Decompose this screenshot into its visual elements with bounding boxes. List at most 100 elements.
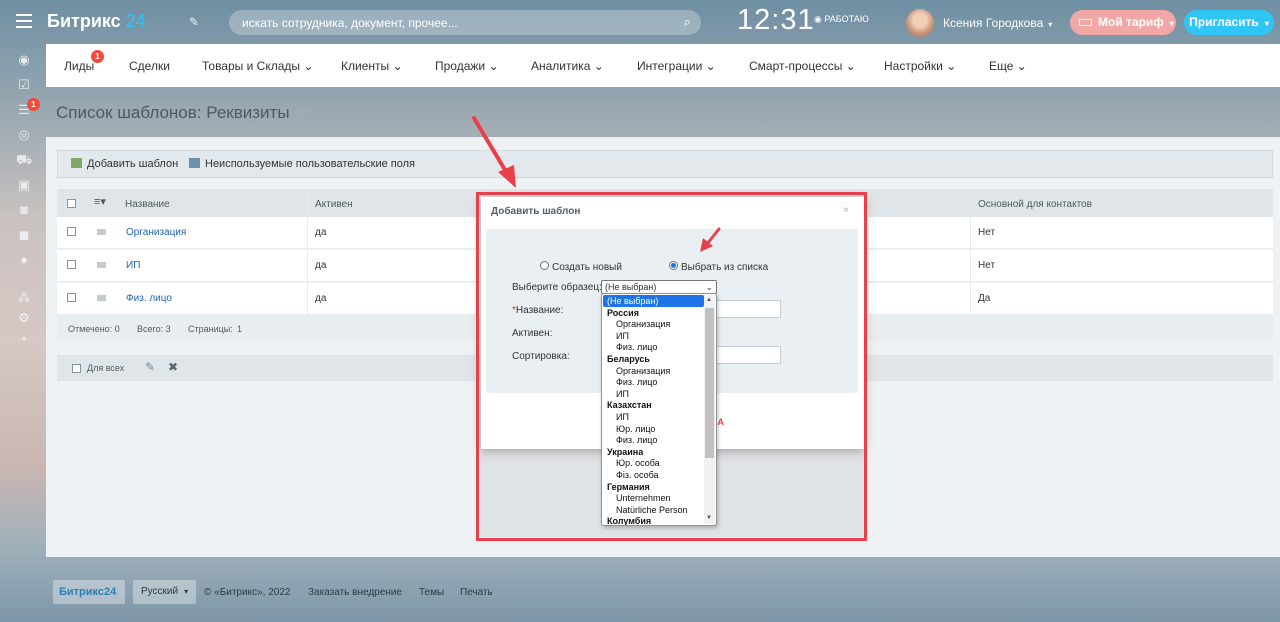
app-logo[interactable]: Битрикс 24	[47, 11, 146, 32]
edit-icon[interactable]: ✎	[145, 360, 155, 374]
contact-card-icon[interactable]: ▣	[16, 177, 32, 193]
row-menu-icon[interactable]	[97, 262, 106, 268]
delete-icon[interactable]: ✖	[168, 360, 178, 374]
row-active: да	[315, 227, 327, 238]
row-name-link[interactable]: ИП	[126, 260, 140, 271]
gear-icon[interactable]: ⚙	[16, 310, 32, 326]
search-placeholder: искать сотрудника, документ, прочее...	[242, 16, 458, 30]
for-all-label: Для всех	[87, 363, 125, 373]
column-active-header[interactable]: Активен	[315, 199, 353, 210]
menu-item-label: Клиенты	[341, 59, 390, 73]
star-icon[interactable]: ☆	[296, 105, 309, 122]
user-name[interactable]: Ксения Городкова ▾	[943, 16, 1052, 30]
menu-toggle-icon[interactable]	[16, 14, 32, 28]
menu-item-leads[interactable]: Лиды	[64, 59, 94, 73]
menu-item-label: Сделки	[129, 59, 170, 73]
row-checkbox[interactable]	[67, 293, 76, 302]
chevron-down-icon: ⌄	[705, 59, 716, 73]
edit-icon[interactable]: ✎	[189, 15, 199, 29]
row-main: Нет	[978, 227, 996, 238]
column-main-contacts-header[interactable]: Основной для контактов	[978, 199, 1092, 210]
chevron-down-icon: ⌄	[845, 59, 856, 73]
structure-icon[interactable]: ⁂	[16, 290, 32, 306]
search-icon[interactable]: ⌕	[684, 14, 691, 30]
chevron-down-icon: ⌄	[392, 59, 403, 73]
chevron-down-icon: ⌄	[1016, 59, 1027, 73]
total-count: Всего: 3	[137, 324, 171, 334]
row-menu-icon[interactable]	[97, 229, 106, 235]
menu-item-sales[interactable]: Продажи ⌄	[435, 59, 499, 73]
chevron-down-icon: ▾	[1169, 19, 1174, 28]
add-doc-icon	[71, 158, 82, 168]
footer-divider	[451, 586, 452, 598]
menu-item-products[interactable]: Товары и Склады ⌄	[202, 59, 313, 73]
invite-button[interactable]: Пригласить ▾	[1184, 10, 1274, 35]
menu-item-smart-processes[interactable]: Смарт-процессы ⌄	[749, 59, 856, 73]
row-name-link[interactable]: Организация	[126, 227, 186, 238]
work-status[interactable]: ◉ РАБОТАЮ	[814, 14, 869, 25]
chevron-down-icon: ⌄	[488, 59, 499, 73]
menu-item-more[interactable]: Еще ⌄	[989, 59, 1027, 73]
chevron-down-icon: ▾	[1048, 20, 1053, 29]
row-active: да	[315, 260, 327, 271]
themes-link[interactable]: Темы	[419, 587, 444, 598]
target-icon[interactable]: ◎	[16, 127, 32, 143]
copyright: © «Битрикс», 2022	[204, 587, 291, 598]
unused-fields-label: Неиспользуемые пользовательские поля	[205, 158, 416, 170]
top-menu: Лиды Сделки Товары и Склады ⌄ Клиенты ⌄ …	[46, 44, 1280, 87]
robot-icon[interactable]: ◙	[16, 202, 32, 218]
menu-item-clients[interactable]: Клиенты ⌄	[341, 59, 403, 73]
database-icon[interactable]: ◼	[16, 227, 32, 243]
battery-icon	[1079, 19, 1092, 26]
for-all-checkbox[interactable]	[72, 364, 81, 373]
user-name-label: Ксения Городкова	[943, 16, 1044, 30]
pages-label: Страницы:	[188, 324, 233, 334]
cart-icon[interactable]: ⛟	[16, 152, 32, 168]
menu-item-label: Аналитика	[531, 59, 591, 73]
language-label: Русский	[141, 586, 179, 597]
page-title-text: Список шаблонов: Реквизиты	[56, 103, 290, 122]
menu-item-analytics[interactable]: Аналитика ⌄	[531, 59, 604, 73]
highlight-frame	[476, 192, 867, 541]
menu-item-label: Интеграции	[637, 59, 703, 73]
chevron-down-icon: ⌄	[303, 59, 314, 73]
logo-number: 24	[125, 11, 146, 31]
row-main: Нет	[978, 260, 996, 271]
plus-icon[interactable]: +	[16, 331, 32, 347]
menu-item-label: Продажи	[435, 59, 486, 73]
menu-item-label: Товары и Склады	[202, 59, 301, 73]
column-settings-icon[interactable]: ≡▾	[94, 195, 106, 208]
record-icon: ◉	[814, 14, 825, 24]
row-name-link[interactable]: Физ. лицо	[126, 293, 172, 304]
select-all-checkbox[interactable]	[67, 199, 76, 208]
row-active: да	[315, 293, 327, 304]
sites-icon[interactable]: ◉	[16, 52, 32, 68]
work-status-label: РАБОТАЮ	[824, 14, 869, 24]
unused-fields-button[interactable]: Неиспользуемые пользовательские поля	[189, 158, 415, 170]
row-checkbox[interactable]	[67, 260, 76, 269]
row-checkbox[interactable]	[67, 227, 76, 236]
row-menu-icon[interactable]	[97, 295, 106, 301]
menu-item-settings[interactable]: Настройки ⌄	[884, 59, 956, 73]
column-name-header[interactable]: Название	[125, 199, 170, 210]
page-number[interactable]: 1	[237, 324, 242, 334]
menu-item-deals[interactable]: Сделки	[129, 59, 170, 73]
footer-logo[interactable]: Битрикс24	[53, 580, 125, 604]
footer-divider	[299, 586, 300, 598]
tasks-icon[interactable]: ☑	[16, 77, 32, 93]
add-template-button[interactable]: Добавить шаблон	[71, 158, 178, 170]
footer-divider	[410, 586, 411, 598]
language-select[interactable]: Русский ▾	[133, 580, 196, 604]
marked-count: Отмечено: 0	[68, 324, 120, 334]
chevron-down-icon: ⌄	[593, 59, 604, 73]
order-link[interactable]: Заказать внедрение	[308, 587, 402, 598]
clock[interactable]: 12:31	[737, 4, 815, 37]
check-circle-icon[interactable]: ●	[16, 252, 32, 268]
menu-item-integrations[interactable]: Интеграции ⌄	[637, 59, 716, 73]
left-sidebar: ◉ ☑ ☰ 1 ◎ ⛟ ▣ ◙ ◼ ● ⁂ ⚙ +	[0, 0, 48, 622]
my-tariff-button[interactable]: Мой тариф ▾	[1070, 10, 1176, 35]
search-input[interactable]: искать сотрудника, документ, прочее... ⌕	[229, 10, 701, 35]
chevron-down-icon: ▾	[1264, 19, 1269, 28]
avatar[interactable]	[906, 9, 934, 37]
print-link[interactable]: Печать	[460, 587, 493, 598]
